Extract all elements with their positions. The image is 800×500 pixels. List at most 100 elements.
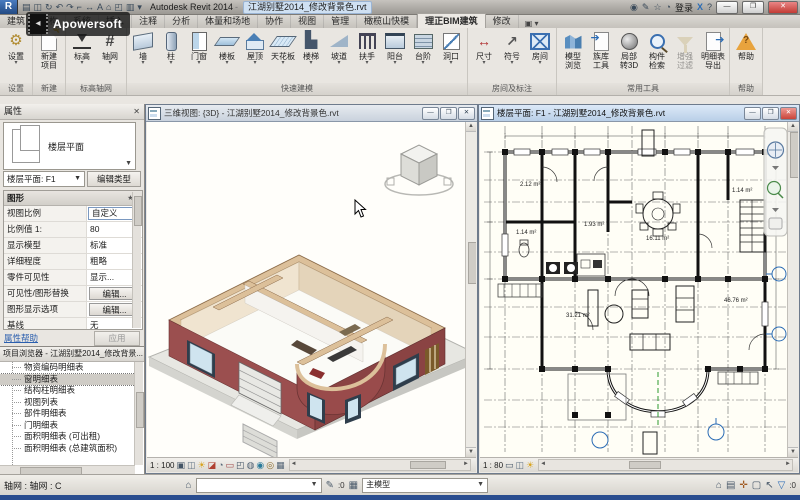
editing-requests-icon[interactable]: ✎ bbox=[326, 480, 334, 491]
tree-item[interactable]: 视图列表 bbox=[0, 397, 135, 409]
browser-vscrollbar[interactable] bbox=[134, 362, 143, 465]
settings-button[interactable]: ⚙ 设置▾ bbox=[2, 30, 30, 66]
ceiling-button[interactable]: 天花板▾ bbox=[269, 30, 297, 66]
shadows-icon[interactable]: ◪ bbox=[208, 459, 217, 471]
design-options-dropdown[interactable]: 主模型 ▼ bbox=[362, 478, 488, 493]
select-pin-icon[interactable]: ↖ bbox=[765, 480, 773, 491]
show-crop-icon[interactable]: ◰ bbox=[236, 459, 245, 471]
wall-button[interactable]: 墙▾ bbox=[129, 30, 157, 66]
tree-item-selected[interactable]: 窗明细表 bbox=[0, 374, 135, 386]
schedule-export-button[interactable]: 明细表 导出 bbox=[699, 30, 727, 70]
roof-button[interactable]: 屋顶▾ bbox=[241, 30, 269, 66]
railing-button[interactable]: 扶手▾ bbox=[353, 30, 381, 66]
room-button[interactable]: 房间▾ bbox=[526, 30, 554, 66]
viewcube[interactable] bbox=[385, 145, 453, 195]
ribbon-display-toggle-icon[interactable]: ▣ ▾ bbox=[525, 19, 539, 28]
navigation-bar[interactable] bbox=[764, 128, 787, 236]
close-button[interactable]: ✕ bbox=[768, 1, 798, 14]
family-library-button[interactable]: 族库 工具 bbox=[587, 30, 615, 70]
detail-level-icon[interactable]: ▣ bbox=[176, 459, 185, 471]
scale-label[interactable]: 1 : 80 bbox=[483, 461, 503, 470]
dimension-button[interactable]: ↔ 尺寸▾ bbox=[470, 30, 498, 66]
tab-modify[interactable]: 修改 bbox=[486, 14, 519, 28]
visual-style-icon[interactable]: ◫ bbox=[516, 459, 525, 471]
tree-item[interactable]: 部件明细表 bbox=[0, 408, 135, 420]
favorites-icon[interactable]: ☆ bbox=[653, 1, 661, 13]
restore-button[interactable]: ❐ bbox=[742, 1, 764, 14]
stair-button[interactable]: ▙ 楼梯▾ bbox=[297, 30, 325, 66]
plan-vscrollbar[interactable]: ▲ ▼ bbox=[787, 122, 798, 457]
close-icon[interactable]: ✕ bbox=[143, 347, 144, 361]
press-drag-icon[interactable]: ✛ bbox=[739, 480, 747, 491]
edit-model-icon[interactable]: ▤ bbox=[726, 480, 735, 491]
application-menu-button[interactable]: R bbox=[0, 0, 18, 14]
edit-type-button[interactable]: 编辑类型 bbox=[87, 171, 141, 187]
tab-manage[interactable]: 管理 bbox=[324, 14, 357, 28]
tree-item[interactable]: 面积明细表 (总建筑面积) bbox=[0, 443, 135, 455]
minimize-button[interactable]: — bbox=[422, 107, 439, 120]
analytical-icon[interactable]: ▦ bbox=[276, 459, 285, 471]
new-project-button[interactable]: ✱ 新建 项目 bbox=[35, 30, 63, 70]
tab-view[interactable]: 视图 bbox=[291, 14, 324, 28]
lock-3d-icon[interactable]: ◍ bbox=[247, 459, 255, 471]
scale-label[interactable]: 1 : 100 bbox=[150, 461, 174, 470]
exchange-apps-icon[interactable]: X bbox=[697, 1, 703, 13]
close-button[interactable]: ✕ bbox=[780, 107, 797, 120]
balcony-button[interactable]: 阳台▾ bbox=[381, 30, 409, 66]
canvas-plan[interactable]: 2.12 m² 1.14 m² 1.93 m² 16.11 m² 1.14 m²… bbox=[480, 122, 798, 457]
steps-button[interactable]: 台阶▾ bbox=[409, 30, 437, 66]
tab-annotate[interactable]: 注释 bbox=[132, 14, 165, 28]
close-button[interactable]: ✕ bbox=[458, 107, 475, 120]
floor-button[interactable]: 楼板▾ bbox=[213, 30, 241, 66]
restore-button[interactable]: ❐ bbox=[440, 107, 457, 120]
worksets-dropdown[interactable]: ▼ bbox=[196, 478, 322, 493]
temporary-hide-icon[interactable]: ◉ bbox=[256, 459, 264, 471]
design-options-icon[interactable]: ▦ bbox=[349, 480, 358, 491]
view-window-plan-titlebar[interactable]: 楼层平面: F1 - 江湖别墅2014_修改背景色.rvt — ❐ ✕ bbox=[479, 105, 799, 122]
minimize-button[interactable]: — bbox=[716, 1, 738, 14]
reveal-hidden-icon[interactable]: ◎ bbox=[266, 459, 274, 471]
tree-item[interactable]: 结构柱明细表 bbox=[0, 385, 135, 397]
opening-button[interactable]: 洞口▾ bbox=[437, 30, 465, 66]
view3d-hscrollbar[interactable]: ◄ ► bbox=[289, 459, 471, 471]
communication-icon[interactable]: ✎ bbox=[642, 1, 650, 13]
view3d-vscrollbar[interactable]: ▲ ▼ bbox=[465, 122, 476, 457]
view-window-3d-titlebar[interactable]: 三维视图: {3D} - 江湖别墅2014_修改背景色.rvt — ❐ ✕ bbox=[146, 105, 477, 122]
tab-massing-site[interactable]: 体量和场地 bbox=[198, 14, 258, 28]
tab-analyze[interactable]: 分析 bbox=[165, 14, 198, 28]
worksets-icon[interactable]: ⌂ bbox=[186, 480, 192, 491]
type-selector[interactable]: 楼层平面 ▼ bbox=[3, 122, 136, 170]
tree-item[interactable]: 门明细表 bbox=[0, 420, 135, 432]
selection-filter-icon[interactable]: ▽ bbox=[778, 480, 786, 491]
tree-item[interactable]: 物资编码明细表 bbox=[0, 362, 135, 374]
crop-view-icon[interactable]: ▭ bbox=[226, 459, 235, 471]
rendering-icon[interactable]: ◔ bbox=[218, 459, 223, 471]
tab-glsmod[interactable]: 橄榄山快模 bbox=[357, 14, 417, 28]
partial-3d-button[interactable]: 局部 转3D bbox=[615, 30, 643, 70]
column-button[interactable]: 柱▾ bbox=[157, 30, 185, 66]
visual-style-icon[interactable]: ◫ bbox=[187, 459, 196, 471]
help-button[interactable]: 帮助 bbox=[732, 30, 760, 61]
section-graphics[interactable]: 图形 ★ ▴ bbox=[4, 191, 142, 206]
switch-windows-icon[interactable]: ▾ bbox=[137, 1, 142, 13]
symbol-button[interactable]: ↗ 符号▾ bbox=[498, 30, 526, 66]
properties-scrollbar[interactable] bbox=[132, 192, 141, 328]
tab-collaborate[interactable]: 协作 bbox=[258, 14, 291, 28]
tab-lizheng-bim[interactable]: 理正BIM建筑 bbox=[417, 13, 486, 28]
component-search-button[interactable]: 构件 检索 bbox=[643, 30, 671, 70]
restore-button[interactable]: ❐ bbox=[762, 107, 779, 120]
search-icon[interactable]: ◉ bbox=[630, 1, 638, 13]
exclude-options-icon[interactable]: ⌂ bbox=[716, 480, 722, 491]
sun-path-icon[interactable]: ☀ bbox=[526, 459, 534, 471]
door-window-button[interactable]: 门窗▾ bbox=[185, 30, 213, 66]
properties-help-link[interactable]: 属性帮助 bbox=[4, 332, 38, 344]
view-selector-combo[interactable]: 楼层平面: F1 ▼ bbox=[3, 171, 85, 187]
tree-item[interactable]: 面积明细表 (可出租) bbox=[0, 431, 135, 443]
apply-button[interactable]: 应用 bbox=[94, 331, 140, 346]
help-icon[interactable]: ? bbox=[707, 1, 712, 13]
signin-link[interactable]: 登录 bbox=[675, 1, 693, 14]
plan-hscrollbar[interactable]: ◄ ► bbox=[538, 459, 793, 471]
select-underlay-icon[interactable]: ▢ bbox=[752, 480, 761, 491]
ramp-button[interactable]: 坡道▾ bbox=[325, 30, 353, 66]
canvas-3d[interactable]: ▲ ▼ bbox=[147, 122, 476, 457]
